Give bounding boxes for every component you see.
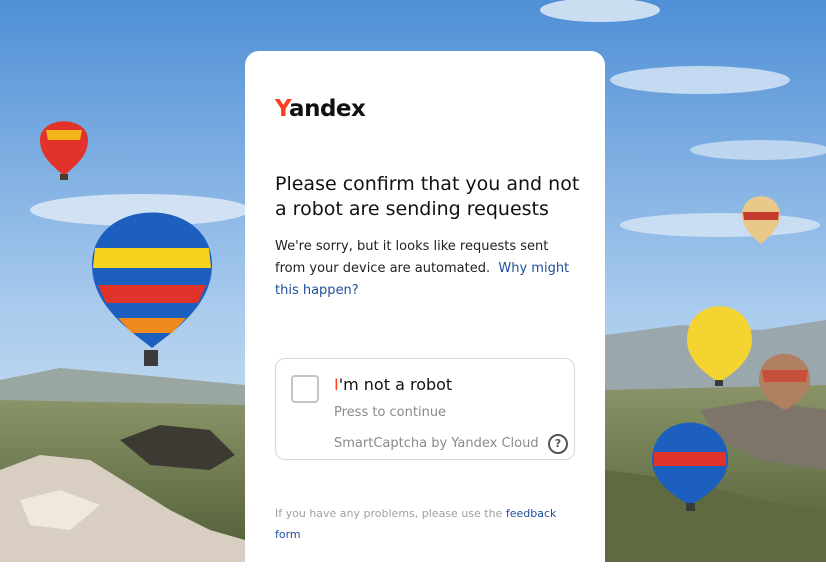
footer-text: If you have any problems, please use the xyxy=(275,507,503,520)
captcha-card: Yandex Please confirm that you and not a… xyxy=(245,51,605,581)
description: We're sorry, but it looks like requests … xyxy=(275,236,575,302)
logo-rest: andex xyxy=(289,96,366,122)
smartcaptcha-widget[interactable]: I'm not a robot Press to continue SmartC… xyxy=(275,358,575,460)
captcha-label-rest: 'm not a robot xyxy=(338,375,453,394)
captcha-label: I'm not a robot xyxy=(334,375,452,394)
captcha-brand: SmartCaptcha by Yandex Cloud xyxy=(334,436,539,451)
logo-letter-y: Y xyxy=(275,96,290,122)
captcha-subtitle: Press to continue xyxy=(334,405,447,420)
not-a-robot-checkbox[interactable] xyxy=(291,375,319,403)
help-icon[interactable]: ? xyxy=(548,434,568,454)
yandex-logo: Yandex xyxy=(275,96,366,122)
footer-note: If you have any problems, please use the… xyxy=(275,503,565,545)
page-title: Please confirm that you and not a robot … xyxy=(275,173,580,220)
